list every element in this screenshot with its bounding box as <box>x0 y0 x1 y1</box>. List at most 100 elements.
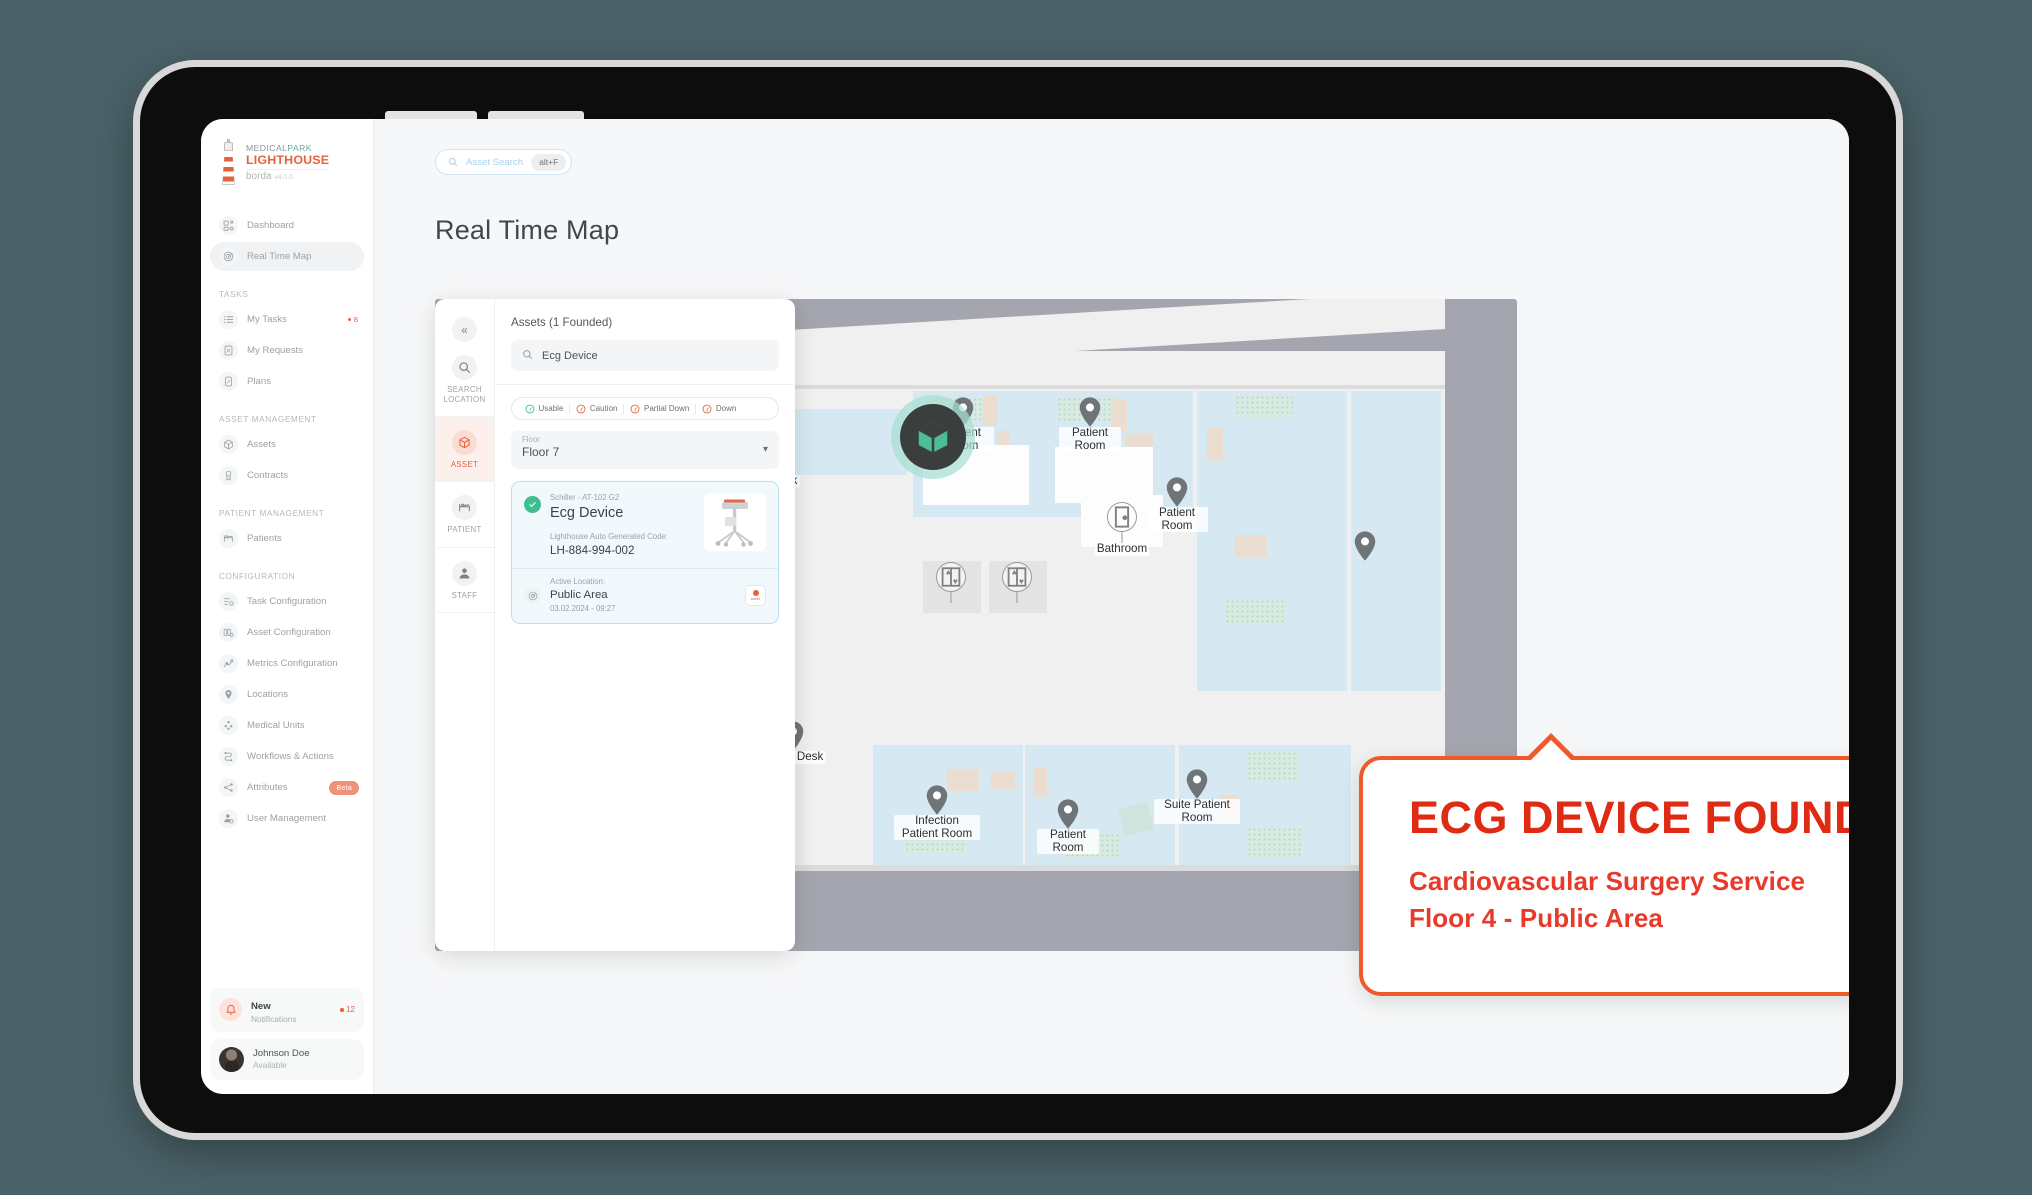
sidebar-item-locations[interactable]: Locations <box>210 680 364 709</box>
floor-select[interactable]: Floor Floor 7 ▾ <box>511 431 779 469</box>
sidebar-item-assets[interactable]: Assets <box>210 430 364 459</box>
map-pin[interactable]: Patient Room <box>1146 477 1208 533</box>
search-icon <box>452 355 477 380</box>
sidebar-item-task-configuration[interactable]: Task Configuration <box>210 587 364 616</box>
sidebar-item-my-tasks[interactable]: My Tasks 8 <box>210 305 364 334</box>
map-pin[interactable]: Patient Room <box>1037 799 1099 855</box>
request-icon <box>219 341 238 360</box>
sidebar-item-label: Medical Units <box>247 720 305 731</box>
sidebar-item-label: Patients <box>247 533 282 544</box>
map-pin-label: Suite Patient Room <box>1154 798 1240 825</box>
map-pin-label: Patient Room <box>1146 506 1208 533</box>
status-pill-down[interactable]: Down <box>695 403 742 414</box>
sidebar-item-label: Real Time Map <box>247 251 312 262</box>
sidebar-item-medical-units[interactable]: Medical Units <box>210 711 364 740</box>
sidebar-item-label: My Tasks <box>247 314 287 325</box>
sidebar-item-label: Assets <box>247 439 276 450</box>
map-pin-label: Patient Room <box>1037 828 1099 855</box>
highlighted-asset-marker[interactable] <box>891 395 975 479</box>
chevron-down-icon[interactable]: ▾ <box>763 445 768 455</box>
pin-icon <box>219 685 238 704</box>
sidebar-item-label: Contracts <box>247 470 289 481</box>
status-pill-usable[interactable]: Usable <box>519 404 569 414</box>
lighthouse-icon <box>219 139 238 185</box>
rail-tab-search-location[interactable]: SEARCH LOCATION <box>435 342 494 418</box>
user-profile-row[interactable]: Johnson Doe Available <box>210 1039 364 1080</box>
rail-tab-patient[interactable]: PATIENT <box>435 482 494 548</box>
sidebar-item-real-time-map[interactable]: Real Time Map <box>210 242 364 271</box>
sidebar-item-metrics-configuration[interactable]: Metrics Configuration <box>210 649 364 678</box>
box-icon <box>219 435 238 454</box>
search-icon <box>448 157 458 167</box>
sidebar-item-label: Asset Configuration <box>247 627 331 638</box>
sidebar-item-plans[interactable]: Plans <box>210 367 364 396</box>
units-icon <box>219 716 238 735</box>
panel-body: Assets (1 Founded) Ecg Device Usable Cau… <box>495 299 795 951</box>
asset-name: Ecg Device <box>550 504 624 521</box>
box-icon <box>900 404 966 470</box>
map-pin-label: Patient Room <box>1059 426 1121 453</box>
rail-tab-label: ASSET <box>450 460 479 470</box>
tablet-device-frame: MEDICALPARK LIGHTHOUSE borda v4.0.0 Dash… <box>133 60 1903 1140</box>
sidebar-item-label: User Management <box>247 813 326 824</box>
metrics-icon <box>219 654 238 673</box>
sidebar-item-label: Workflows & Actions <box>247 751 334 762</box>
rail-tab-asset[interactable]: ASSET <box>435 417 494 483</box>
sidebar-section-title-asset-management: ASSET MANAGEMENT <box>219 415 317 424</box>
notifications-row[interactable]: New Notifications 12 <box>210 987 364 1032</box>
callout-line-2: Floor 4 - Public Area <box>1409 903 1663 934</box>
bed-icon <box>219 529 238 548</box>
sidebar-item-my-requests[interactable]: My Requests <box>210 336 364 365</box>
asset-search-input[interactable]: Asset Search alt+F <box>435 149 573 175</box>
map-pin[interactable]: Infection Patient Room <box>894 785 980 841</box>
workflow-icon <box>219 747 238 766</box>
map-elevator-node[interactable] <box>936 562 966 603</box>
status-filter-pills[interactable]: Usable Caution Partial Down Down <box>511 397 779 420</box>
topbar: Asset Search alt+F <box>373 119 1849 175</box>
map-pin[interactable] <box>1354 531 1376 561</box>
sidebar-item-label: Metrics Configuration <box>247 658 338 669</box>
status-pill-caution[interactable]: Caution <box>569 403 623 414</box>
sidebar-item-attributes[interactable]: Attributes Beta <box>210 773 364 802</box>
user-name: Johnson Doe <box>253 1047 310 1059</box>
elevator-icon <box>936 562 966 592</box>
callout-line-1: Cardiovascular Surgery Service <box>1409 866 1806 897</box>
sidebar-item-contracts[interactable]: Contracts <box>210 461 364 490</box>
sidebar-section-title-patient-management: PATIENT MANAGEMENT <box>219 509 325 518</box>
sidebar-item-asset-configuration[interactable]: Asset Configuration <box>210 618 364 647</box>
asset-timestamp: 03.02.2024 - 09:27 <box>550 603 616 613</box>
my-tasks-badge: 8 <box>347 315 358 324</box>
door-icon <box>1107 502 1137 532</box>
asset-filter-input[interactable]: Ecg Device <box>511 340 779 371</box>
rail-tab-label: STAFF <box>451 590 478 600</box>
radar-icon <box>219 247 238 266</box>
panel-rail: « SEARCH LOCATION ASSET PATIENT STAFF <box>435 299 495 951</box>
status-pill-label: Partial Down <box>643 404 690 413</box>
map-pin[interactable]: Suite Patient Room <box>1154 769 1240 825</box>
callout-headline: ECG DEVICE FOUND <box>1409 792 1849 843</box>
box-icon <box>452 430 477 456</box>
brand-line-3: borda v4.0.0 <box>246 168 330 182</box>
asset-code-value: LH-884-994-002 <box>550 544 635 558</box>
map-elevator-node[interactable] <box>1002 562 1032 603</box>
sidebar-item-patients[interactable]: Patients <box>210 524 364 553</box>
chevron-double-left-icon[interactable]: « <box>452 317 477 342</box>
floor-select-label: Floor <box>522 435 540 444</box>
sidebar-item-dashboard[interactable]: Dashboard <box>210 211 364 240</box>
rail-tab-label: SEARCH LOCATION <box>443 385 486 405</box>
status-pill-partial-down[interactable]: Partial Down <box>623 403 695 414</box>
panel-divider <box>495 384 795 385</box>
sidebar-item-user-management[interactable]: User Management <box>210 804 364 833</box>
rail-tab-staff[interactable]: STAFF <box>435 548 494 613</box>
map-door-label: Bathroom <box>1094 542 1150 556</box>
asset-tag-badge[interactable]: asset <box>745 585 766 607</box>
map-door-node[interactable]: Bathroom <box>1094 502 1150 556</box>
brand-line-2: LIGHTHOUSE <box>246 152 330 167</box>
assets-panel: « SEARCH LOCATION ASSET PATIENT STAFF As… <box>435 299 795 951</box>
map-pin[interactable]: Patient Room <box>1059 397 1121 453</box>
ecg-cart-thumbnail <box>704 493 766 551</box>
asset-search-shortcut: alt+F <box>531 153 567 171</box>
sidebar-item-workflows-actions[interactable]: Workflows & Actions <box>210 742 364 771</box>
asset-config-icon <box>219 623 238 642</box>
asset-result-card[interactable]: Schiller - AT-102 G2 Ecg Device Lighthou… <box>511 481 779 625</box>
